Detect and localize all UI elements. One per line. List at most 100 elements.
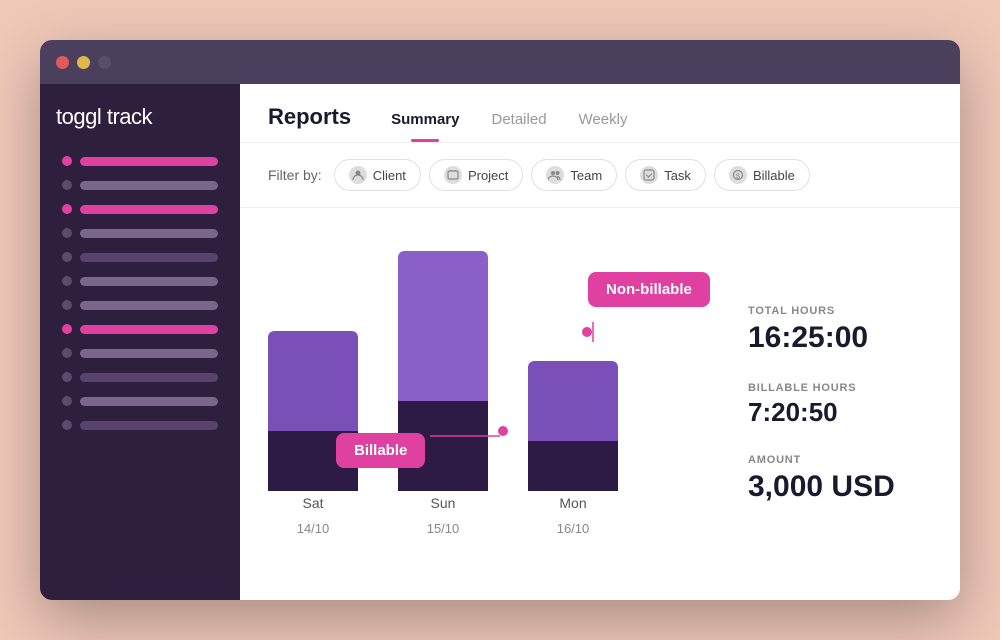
team-icon	[546, 166, 564, 184]
sidebar-item-10[interactable]	[56, 368, 224, 386]
logo: toggl track	[56, 104, 224, 130]
tab-weekly[interactable]: Weekly	[563, 107, 644, 142]
bar-date-mon: 16/10	[557, 521, 590, 536]
sidebar-item-7[interactable]	[56, 296, 224, 314]
sidebar-dot	[62, 300, 72, 310]
amount-value: 3,000 USD	[748, 470, 932, 503]
sidebar-bar	[80, 421, 218, 430]
stat-total-hours: TOTAL HOURS 16:25:00	[748, 305, 932, 354]
tooltip-non-billable: Non-billable	[588, 272, 710, 307]
sidebar-bar	[80, 181, 218, 190]
bar-bottom-mon	[528, 441, 618, 491]
sidebar-bar	[80, 397, 218, 406]
sidebar-item-12[interactable]	[56, 416, 224, 434]
minimize-button[interactable]	[77, 56, 90, 69]
filter-chip-billable[interactable]: $ Billable	[714, 159, 810, 191]
bar-stack-mon	[528, 361, 618, 491]
top-nav: Reports Summary Detailed Weekly	[240, 84, 960, 143]
chart-area: Billable Non-billable	[240, 208, 960, 600]
billable-tooltip-dot	[498, 426, 508, 436]
sidebar-dot	[62, 204, 72, 214]
logo-brand: toggl	[56, 104, 101, 129]
sidebar-bar	[80, 157, 218, 166]
svg-text:$: $	[736, 174, 740, 181]
tab-detailed[interactable]: Detailed	[476, 107, 563, 142]
sidebar-item-4[interactable]	[56, 224, 224, 242]
sidebar-dot	[62, 372, 72, 382]
sidebar-bar	[80, 301, 218, 310]
sidebar-bar	[80, 253, 218, 262]
logo-product: track	[101, 104, 152, 129]
non-billable-tooltip-dot	[582, 327, 592, 337]
filter-by-label: Filter by:	[268, 167, 322, 183]
team-chip-label: Team	[570, 168, 602, 183]
stat-amount: AMOUNT 3,000 USD	[748, 454, 932, 503]
total-hours-value: 16:25:00	[748, 321, 932, 354]
window-body: toggl track	[40, 84, 960, 600]
sidebar-dot	[62, 180, 72, 190]
project-chip-label: Project	[468, 168, 508, 183]
sidebar-dot	[62, 324, 72, 334]
client-chip-label: Client	[373, 168, 406, 183]
bar-day-mon: Mon	[559, 495, 586, 511]
sidebar-item-3[interactable]	[56, 200, 224, 218]
reports-title: Reports	[268, 104, 351, 130]
sidebar-dot	[62, 396, 72, 406]
billable-hours-value: 7:20:50	[748, 398, 932, 427]
sidebar-item-1[interactable]	[56, 152, 224, 170]
task-icon	[640, 166, 658, 184]
app-window: toggl track	[40, 40, 960, 600]
sidebar-bar	[80, 373, 218, 382]
close-button[interactable]	[56, 56, 69, 69]
filter-chip-project[interactable]: Project	[429, 159, 523, 191]
sidebar-item-5[interactable]	[56, 248, 224, 266]
project-icon	[444, 166, 462, 184]
bar-top-sat	[268, 331, 358, 431]
sidebar-dot	[62, 420, 72, 430]
sidebar-item-6[interactable]	[56, 272, 224, 290]
filter-chip-client[interactable]: Client	[334, 159, 421, 191]
sidebar-item-2[interactable]	[56, 176, 224, 194]
client-icon	[349, 166, 367, 184]
bar-chart: Billable Non-billable	[268, 232, 732, 576]
sidebar-bar	[80, 229, 218, 238]
tab-summary[interactable]: Summary	[375, 107, 475, 142]
bar-top-sun	[398, 251, 488, 401]
bar-group-sun: Sun 15/10	[398, 251, 488, 536]
tooltip-billable: Billable	[336, 433, 425, 468]
sidebar-item-8[interactable]	[56, 320, 224, 338]
filter-chip-task[interactable]: Task	[625, 159, 706, 191]
billable-icon: $	[729, 166, 747, 184]
bar-day-sun: Sun	[431, 495, 456, 511]
sidebar-dot	[62, 348, 72, 358]
bar-date-sat: 14/10	[297, 521, 330, 536]
main-content: Reports Summary Detailed Weekly Filter b…	[240, 84, 960, 600]
bar-date-sun: 15/10	[427, 521, 460, 536]
sidebar-dot	[62, 276, 72, 286]
sidebar-dot	[62, 228, 72, 238]
filter-bar: Filter by: Client Project	[240, 143, 960, 208]
task-chip-label: Task	[664, 168, 691, 183]
total-hours-label: TOTAL HOURS	[748, 305, 932, 317]
sidebar: toggl track	[40, 84, 240, 600]
filter-chip-team[interactable]: Team	[531, 159, 617, 191]
bar-day-sat: Sat	[302, 495, 323, 511]
sidebar-item-9[interactable]	[56, 344, 224, 362]
stat-billable-hours: BILLABLE HOURS 7:20:50	[748, 382, 932, 427]
billable-connector	[430, 426, 505, 446]
billable-hours-label: BILLABLE HOURS	[748, 382, 932, 394]
nav-header: Reports Summary Detailed Weekly	[268, 104, 932, 142]
nav-tabs: Summary Detailed Weekly	[375, 107, 643, 142]
sidebar-dot	[62, 156, 72, 166]
maximize-button[interactable]	[98, 56, 111, 69]
titlebar	[40, 40, 960, 84]
bar-top-mon	[528, 361, 618, 441]
bar-group-mon: Mon 16/10	[528, 361, 618, 536]
amount-label: AMOUNT	[748, 454, 932, 466]
sidebar-item-11[interactable]	[56, 392, 224, 410]
sidebar-dot	[62, 252, 72, 262]
sidebar-bar	[80, 325, 218, 334]
billable-chip-label: Billable	[753, 168, 795, 183]
sidebar-bar	[80, 277, 218, 286]
stats-panel: TOTAL HOURS 16:25:00 BILLABLE HOURS 7:20…	[732, 232, 932, 576]
